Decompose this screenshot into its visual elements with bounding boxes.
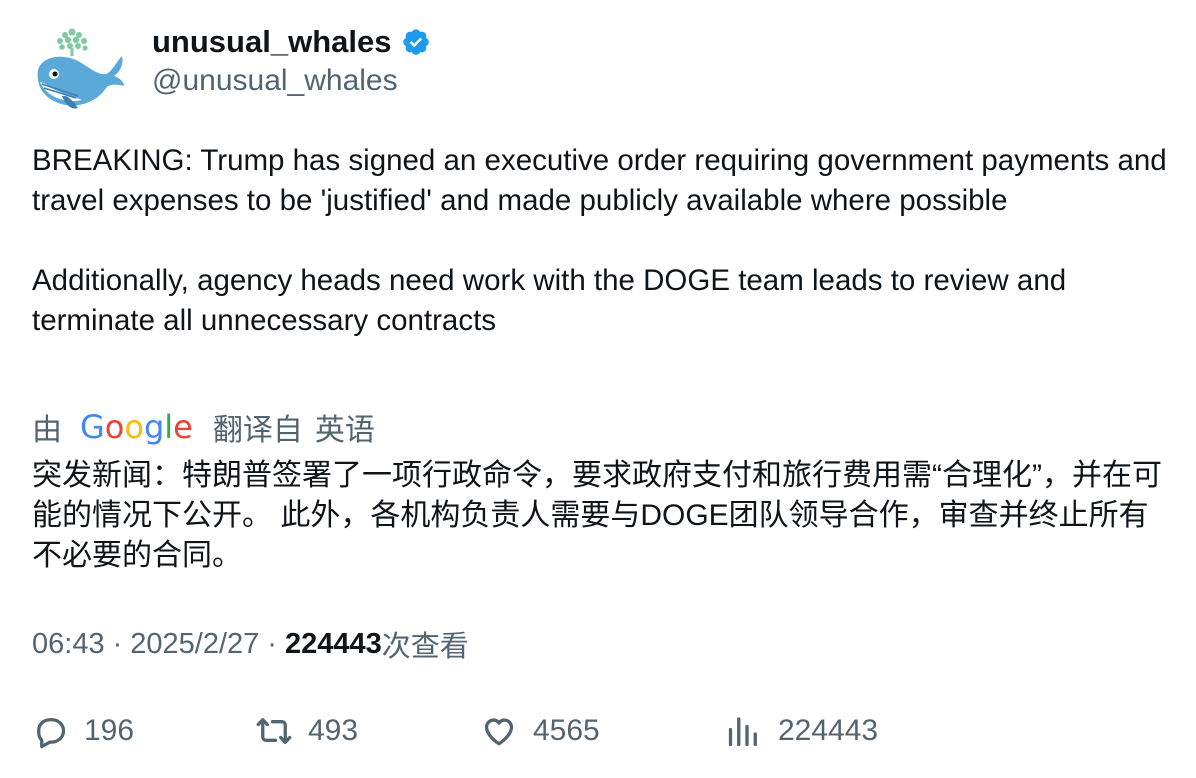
translated-by-label: 由: [32, 414, 62, 447]
views-action-count: 224443: [778, 714, 879, 747]
source-language: 英语: [314, 414, 375, 447]
author-handle[interactable]: @unusual_whales: [152, 64, 398, 98]
google-logo-icon: Google: [80, 408, 193, 446]
tweet-date[interactable]: 2025/2/27: [130, 628, 259, 661]
meta-separator: ·: [112, 627, 123, 660]
meta-separator: ·: [267, 627, 277, 660]
action-bar: 196 493 4565 224443: [32, 708, 926, 754]
avatar[interactable]: [32, 26, 126, 112]
translation-attribution[interactable]: 由 Google 翻译自 英语: [32, 406, 375, 448]
like-button[interactable]: 4565: [481, 713, 726, 749]
reply-count: 196: [84, 714, 135, 747]
tweet-time[interactable]: 06:43: [32, 628, 105, 661]
tweet-text: BREAKING: Trump has signed an executive …: [32, 144, 1167, 337]
retweet-button[interactable]: 493: [256, 713, 481, 749]
views-button[interactable]: 224443: [726, 713, 926, 749]
tweet-metadata: 06:43 · 2025/2/27 · 224443 次查看: [32, 623, 469, 665]
retweet-icon: [256, 718, 292, 744]
reply-icon: [37, 718, 66, 749]
whale-icon: [37, 28, 124, 109]
views-label: 次查看: [381, 631, 469, 663]
reply-button[interactable]: 196: [32, 713, 256, 749]
tweet-card: unusual_whales @unusual_whales BREAKING:…: [0, 0, 1196, 778]
display-name[interactable]: unusual_whales: [152, 24, 391, 60]
verified-badge-icon[interactable]: [401, 27, 431, 57]
retweet-count: 493: [308, 714, 359, 747]
analytics-icon: [728, 717, 757, 747]
author-name-row[interactable]: unusual_whales: [152, 22, 431, 62]
heart-icon: [484, 718, 514, 746]
translated-from-label: 翻译自: [212, 414, 303, 447]
views-count: 224443: [284, 627, 382, 660]
like-count: 4565: [533, 714, 600, 747]
translated-tweet-text: 突发新闻：特朗普签署了一项行政命令，要求政府支付和旅行费用需“合理化”，并在可能…: [32, 459, 1162, 572]
